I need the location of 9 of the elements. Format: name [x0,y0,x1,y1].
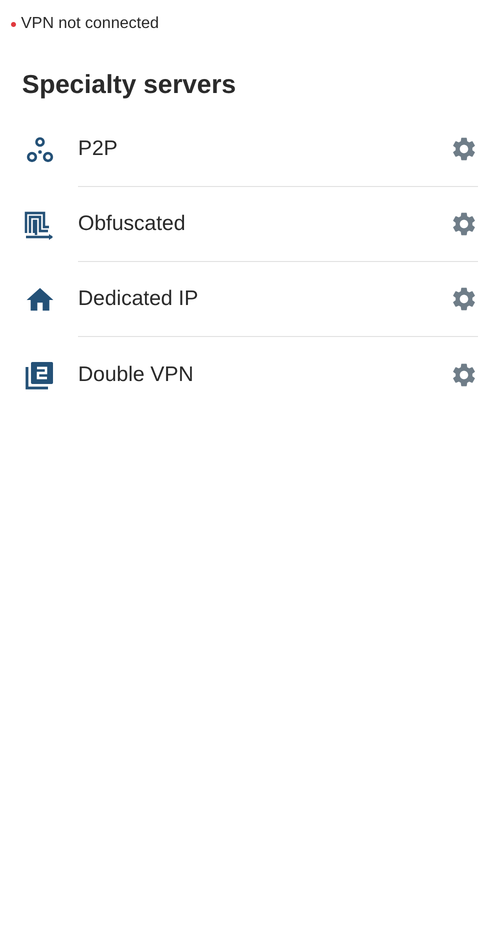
status-text: VPN not connected [21,14,159,34]
server-type-item[interactable]: Double VPN [78,358,194,390]
server-type-item[interactable]: Dedicated IP [78,283,198,315]
server-type-item[interactable]: Obfuscated [78,208,186,240]
settings-icon[interactable] [450,285,478,313]
server-type-item[interactable]: P2P [78,133,118,165]
settings-icon[interactable] [450,210,478,238]
section-title: Specialty servers [21,68,237,100]
settings-icon[interactable] [450,135,478,163]
